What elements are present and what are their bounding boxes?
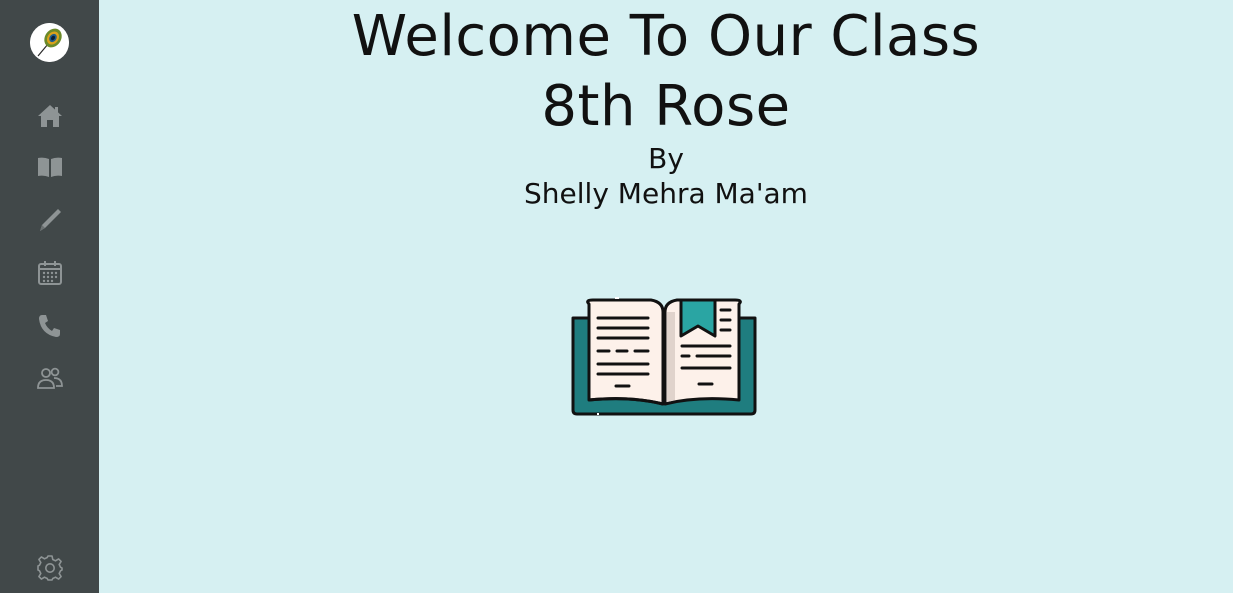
sidebar-item-phone[interactable] — [33, 309, 67, 343]
sidebar-item-home[interactable] — [33, 99, 67, 133]
people-icon — [37, 367, 63, 389]
by-label: By — [648, 142, 684, 175]
main-content: Welcome To Our Class 8th Rose By Shelly … — [99, 0, 1233, 593]
home-icon — [38, 105, 62, 127]
gear-icon — [37, 555, 63, 581]
sidebar-item-calendar[interactable] — [33, 256, 67, 290]
page-title-line1: Welcome To Our Class — [351, 4, 981, 69]
open-book-illustration-icon — [571, 297, 757, 416]
sidebar-item-pencil[interactable] — [33, 203, 67, 237]
app-window: Welcome To Our Class 8th Rose By Shelly … — [0, 0, 1233, 593]
settings-button[interactable] — [33, 551, 67, 585]
logo[interactable] — [30, 23, 69, 62]
calendar-icon — [38, 261, 62, 285]
sidebar — [0, 0, 99, 593]
phone-icon — [39, 315, 60, 337]
sidebar-item-book[interactable] — [33, 150, 67, 184]
author-name: Shelly Mehra Ma'am — [524, 177, 808, 210]
open-book-illustration — [571, 296, 757, 416]
open-book-icon — [38, 157, 62, 177]
peacock-feather-icon — [30, 23, 69, 62]
page-title-line2: 8th Rose — [541, 74, 791, 139]
pencil-icon — [40, 209, 61, 231]
sidebar-item-people[interactable] — [33, 361, 67, 395]
